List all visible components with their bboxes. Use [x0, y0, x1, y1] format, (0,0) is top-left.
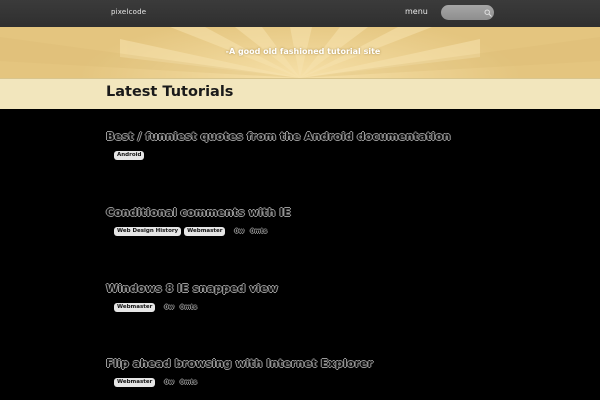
tag-android[interactable]: Android — [114, 151, 145, 160]
post-item: Conditional comments with IE Web Design … — [106, 206, 291, 236]
post-views: 0w — [164, 379, 175, 386]
post-item: Best / funniest quotes from the Android … — [106, 130, 451, 160]
post-views: 0w — [164, 304, 175, 311]
post-comments: 0mts — [180, 379, 197, 386]
post-item: Flip ahead browsing with Internet Explor… — [106, 357, 373, 387]
post-meta: Webmaster 0w 0mts — [114, 378, 197, 387]
tag-webmaster[interactable]: Webmaster — [114, 303, 156, 312]
top-navigation-bar: pixelcode menu — [0, 0, 600, 28]
site-tagline: -A good old fashioned tutorial site — [225, 47, 381, 56]
section-title-bar — [0, 78, 600, 109]
tag-web-design-history[interactable]: Web Design History — [114, 227, 182, 236]
tag-webmaster[interactable]: Webmaster — [184, 227, 226, 236]
post-meta: Web Design History Webmaster 0w 0mts — [114, 227, 267, 236]
post-item: Windows 8 IE snapped view Webmaster 0w 0… — [106, 282, 278, 312]
post-title-link[interactable]: Best / funniest quotes from the Android … — [106, 130, 451, 143]
tag-webmaster[interactable]: Webmaster — [114, 378, 156, 387]
post-comments: 0mts — [250, 228, 268, 235]
post-meta: Webmaster 0w 0mts — [114, 303, 197, 312]
post-title-link[interactable]: Conditional comments with IE — [106, 206, 291, 219]
post-title-link[interactable]: Windows 8 IE snapped view — [106, 282, 278, 295]
post-title-link[interactable]: Flip ahead browsing with Internet Explor… — [106, 357, 373, 370]
site-logo[interactable]: pixelcode — [111, 8, 146, 16]
menu-button[interactable]: menu — [405, 7, 428, 16]
post-views: 0w — [234, 228, 245, 235]
post-comments: 0mts — [180, 304, 197, 311]
search-icon[interactable] — [484, 9, 492, 17]
post-meta: Android — [114, 151, 147, 160]
page-title: Latest Tutorials — [106, 84, 234, 100]
